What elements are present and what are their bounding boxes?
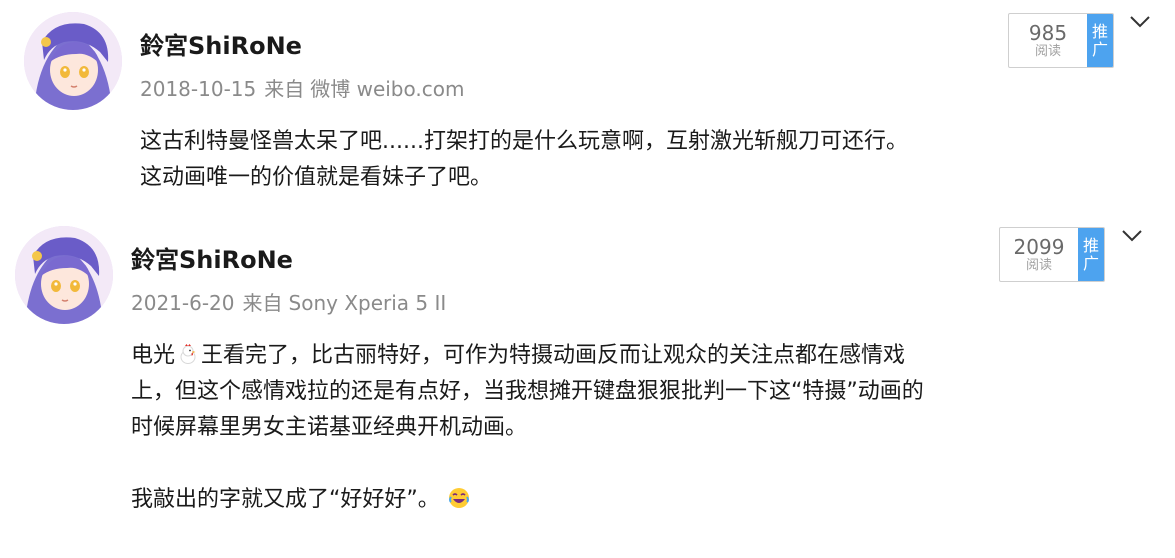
username[interactable]: 鈴宮ShiRoNe: [131, 240, 293, 275]
post-2: 鈴宮ShiRoNe 2021-6-20 来自 Sony Xperia 5 II 电光…: [0, 214, 1175, 558]
post-content: 这古利特曼怪兽太呆了吧......打架打的是什么玩意啊，互射激光斩舰刀可还行。 …: [140, 124, 1140, 196]
view-count-number: 2099: [1013, 234, 1065, 259]
avatar-image: [15, 226, 113, 324]
post-text-fragment: 王看完了，比古丽特好，可作为特摄动画反而让观众的关注点都在感情戏: [201, 343, 906, 368]
post-date[interactable]: 2018-10-15: [140, 77, 256, 101]
promote-label-1: 推: [1091, 21, 1108, 41]
post-source[interactable]: 微博 weibo.com: [310, 77, 464, 101]
post-text-fragment: 电光: [131, 343, 176, 368]
chevron-down-icon[interactable]: [1120, 224, 1144, 248]
view-count: 2099 阅读: [1000, 228, 1078, 281]
promote-label-2: 广: [1091, 39, 1108, 59]
promote-button[interactable]: 推 广: [1087, 14, 1113, 67]
post-text-line: 时候屏幕里男女主诺基亚经典开机动画。: [131, 415, 528, 440]
view-count-badge: 2099 阅读 推 广: [999, 227, 1105, 282]
post-content: 电光 王看完了，比古丽特好，可作为特摄动画反而让观众的关注点都在感情戏 上，但这…: [131, 338, 1151, 518]
post-text-line: 这动画唯一的价值就是看妹子了吧。: [140, 165, 493, 190]
post-meta: 2018-10-15 来自 微博 weibo.com: [140, 73, 472, 102]
post-text-line: 这古利特曼怪兽太呆了吧......打架打的是什么玩意啊，互射激光斩舰刀可还行。: [140, 129, 908, 154]
post-date[interactable]: 2021-6-20: [131, 291, 235, 315]
post-text-line: 上，但这个感情戏拉的还是有点好，当我想摊开键盘狠狠批判一下这“特摄”动画的: [131, 379, 924, 404]
promote-label-1: 推: [1082, 235, 1099, 255]
promote-label-2: 广: [1082, 253, 1099, 273]
post-text-fragment: 我敲出的字就又成了“好好好”。: [131, 487, 440, 512]
avatar[interactable]: [24, 12, 122, 110]
post-source[interactable]: Sony Xperia 5 II: [289, 291, 447, 315]
username[interactable]: 鈴宮ShiRoNe: [140, 26, 302, 61]
view-count-label: 阅读: [1034, 43, 1061, 59]
avatar-image: [24, 12, 122, 110]
post-meta: 2021-6-20 来自 Sony Xperia 5 II: [131, 287, 454, 316]
post-text-line: 电光 王看完了，比古丽特好，可作为特摄动画反而让观众的关注点都在感情戏: [131, 338, 1151, 374]
view-count: 985 阅读: [1009, 14, 1087, 67]
post-text-line: 我敲出的字就又成了“好好好”。: [131, 482, 1151, 518]
source-prefix: 来自: [264, 77, 305, 101]
view-count-badge: 985 阅读 推 广: [1008, 13, 1114, 68]
laughing-crying-emoji-icon: [448, 488, 469, 508]
avatar[interactable]: [15, 226, 113, 324]
promote-button[interactable]: 推 广: [1078, 228, 1104, 281]
chicken-emoji-icon: [180, 344, 196, 364]
source-prefix: 来自: [242, 291, 283, 315]
chevron-down-icon[interactable]: [1128, 10, 1152, 34]
view-count-number: 985: [1028, 20, 1068, 45]
view-count-label: 阅读: [1025, 257, 1052, 273]
post-1: 鈴宮ShiRoNe 2018-10-15 来自 微博 weibo.com 这古利特曼…: [0, 0, 1175, 210]
